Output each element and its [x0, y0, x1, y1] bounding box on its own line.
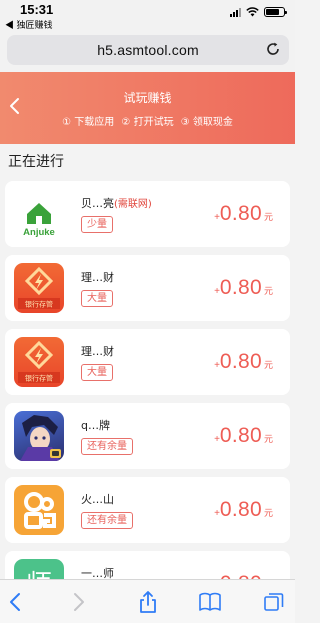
status-bar: 15:31 ◀ 独匠赚钱: [0, 0, 295, 32]
status-icons: [230, 7, 287, 17]
step-2: ② 打开试玩: [121, 117, 174, 128]
quantity-tag: 大量: [81, 290, 113, 307]
reward-amount: +0.80元: [214, 202, 273, 225]
page-header: 试玩赚钱 ① 下载应用 ② 打开试玩 ③ 领取现金: [0, 72, 295, 144]
browser-toolbar: [0, 579, 295, 623]
bank-deposit-icon: 银行存管: [14, 337, 64, 387]
task-card[interactable]: q…牌 还有余量 +0.80 元: [5, 403, 290, 469]
game-character-icon: [14, 411, 64, 461]
anjuke-label: Anjuke: [23, 227, 55, 238]
reward-amount: +0.80元: [214, 276, 273, 299]
step-3: ③ 领取现金: [180, 117, 233, 128]
section-title: 正在进行: [8, 154, 64, 170]
step-1: ① 下载应用: [62, 117, 115, 128]
task-source: (需联网): [114, 199, 152, 210]
status-time: 15:31: [20, 2, 54, 17]
battery-icon: [264, 7, 287, 17]
task-card[interactable]: 火…山 还有余量 +0.80 元: [5, 477, 290, 543]
reward-amount: +0.80元: [214, 424, 273, 447]
wifi-icon: [246, 7, 259, 17]
quantity-tag: 大量: [81, 364, 113, 381]
task-name: 火…山: [81, 493, 114, 506]
quantity-tag: 还有余量: [81, 438, 133, 455]
tabs-icon[interactable]: [262, 590, 286, 614]
url-text[interactable]: h5.asmtool.com: [7, 42, 289, 58]
task-name: q…牌: [81, 419, 110, 432]
back-arrow-icon[interactable]: [4, 590, 28, 614]
reload-icon[interactable]: [265, 41, 281, 57]
task-name: 理…财: [81, 345, 114, 358]
signal-icon: [230, 7, 241, 17]
task-card[interactable]: 银行存管 理…财 大量 +0.80 元: [5, 255, 290, 321]
task-card[interactable]: Anjuke 贝…亮(需联网) 少量 +0.80 元: [5, 181, 290, 247]
task-name: 理…财: [81, 271, 114, 284]
address-bar[interactable]: h5.asmtool.com: [7, 35, 289, 65]
steps-guide: ① 下载应用 ② 打开试玩 ③ 领取现金: [0, 113, 295, 128]
quantity-tag: 还有余量: [81, 512, 133, 529]
browser-bar: h5.asmtool.com: [0, 32, 295, 72]
forward-arrow-icon[interactable]: [66, 590, 90, 614]
bookmarks-icon[interactable]: [198, 590, 222, 614]
reward-amount: +0.80元: [214, 350, 273, 373]
volcano-video-icon: [14, 485, 64, 535]
bank-deposit-icon: 银行存管: [14, 263, 64, 313]
back-to-app-link[interactable]: ◀ 独匠赚钱: [5, 18, 53, 31]
reward-amount: +0.80元: [214, 498, 273, 521]
share-icon[interactable]: [136, 590, 160, 614]
anjuke-icon: Anjuke: [14, 189, 64, 239]
task-name: 贝…亮(需联网): [81, 197, 152, 210]
page-title: 试玩赚钱: [123, 91, 172, 105]
quantity-tag: 少量: [81, 216, 113, 233]
task-card[interactable]: 银行存管 理…财 大量 +0.80 元: [5, 329, 290, 395]
svg-text:银行存管: 银行存管: [25, 300, 53, 309]
svg-text:银行存管: 银行存管: [25, 374, 53, 383]
